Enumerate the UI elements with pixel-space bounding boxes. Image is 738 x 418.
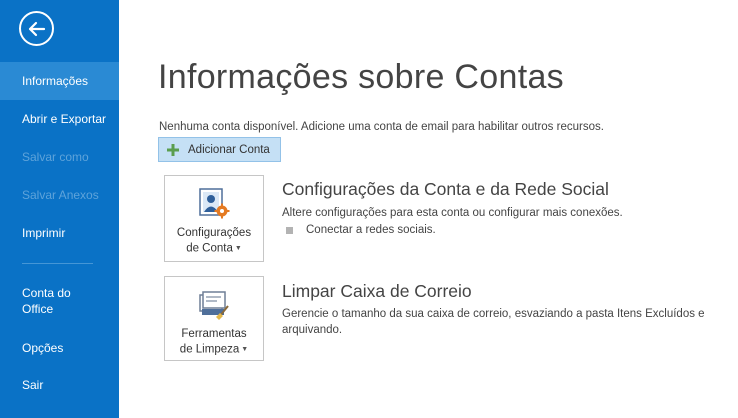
sidebar-item-informacoes[interactable]: Informações [0, 62, 119, 100]
account-settings-icon [199, 188, 230, 219]
sidebar-item-salvar-como: Salvar como [22, 150, 89, 164]
bullet-icon [286, 226, 293, 234]
no-account-message: Nenhuma conta disponível. Adicione uma c… [159, 121, 604, 133]
account-settings-tile[interactable]: Configurações de Conta ▼ [164, 175, 264, 262]
sidebar-item-salvar-anexos: Salvar Anexos [22, 188, 99, 202]
sidebar-item-sair[interactable]: Sair [0, 366, 119, 404]
page-title: Informações sobre Contas [158, 58, 564, 96]
cleanup-tools-tile[interactable]: Ferramentas de Limpeza ▼ [164, 276, 264, 361]
chevron-down-icon: ▼ [241, 346, 249, 353]
cleanup-tools-icon [199, 291, 229, 320]
plus-icon [167, 143, 179, 156]
add-account-label: Adicionar Conta [188, 143, 270, 156]
back-button[interactable] [19, 11, 54, 46]
sidebar-item-abrir-exportar[interactable]: Abrir e Exportar [0, 100, 119, 138]
connect-social-networks-link[interactable]: Conectar a redes sociais. [306, 224, 436, 236]
account-settings-tile-label: Configurações de Conta ▼ [176, 227, 252, 255]
backstage-sidebar: Informações Abrir e Exportar Salvar como… [0, 0, 119, 418]
add-account-button[interactable]: Adicionar Conta [158, 137, 281, 162]
cleanup-mailbox-title: Limpar Caixa de Correio [282, 281, 472, 301]
chevron-down-icon: ▼ [234, 245, 242, 252]
social-networks-link-row: Conectar a redes sociais. [286, 224, 436, 236]
sidebar-divider [22, 263, 93, 264]
account-settings-description: Altere configurações para esta conta ou … [282, 207, 623, 219]
cleanup-mailbox-description: Gerencie o tamanho da sua caixa de corre… [282, 308, 705, 336]
back-arrow-icon [28, 21, 45, 36]
sidebar-item-imprimir[interactable]: Imprimir [0, 214, 119, 252]
account-settings-title: Configurações da Conta e da Rede Social [282, 179, 609, 199]
sidebar-item-conta-office[interactable]: Conta do Office [0, 281, 100, 321]
sidebar-item-opcoes[interactable]: Opções [0, 329, 119, 367]
cleanup-tools-tile-label: Ferramentas de Limpeza ▼ [179, 328, 249, 356]
